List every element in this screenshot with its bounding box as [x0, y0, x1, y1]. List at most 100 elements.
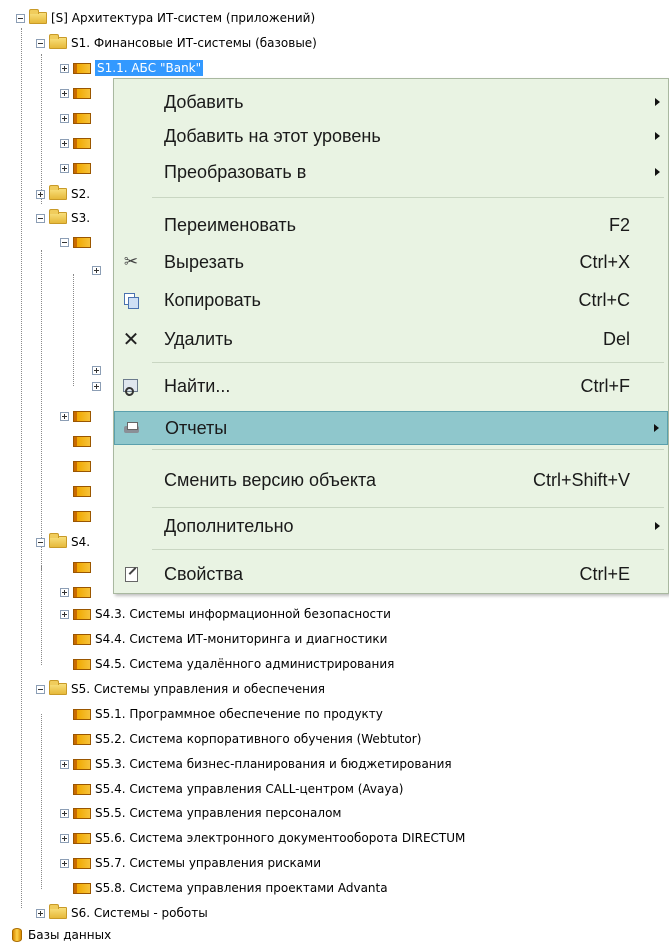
tree-node-s5-7[interactable]: S5.7. Системы управления рисками [60, 855, 321, 871]
tree-node-s5-1[interactable]: S5.1. Программное обеспечение по продукт… [73, 706, 383, 722]
menu-item-add-this-level[interactable]: Добавить на этот уровень [114, 119, 668, 153]
tree-node-s4-3[interactable]: S4.3. Системы информационной безопасност… [60, 606, 391, 622]
tree-node-label: S5.6. Система электронного документообор… [95, 831, 466, 845]
tree-node-s1-1[interactable]: S1.1. АБС "Bank" [60, 60, 204, 76]
tree-node[interactable] [73, 559, 95, 575]
expand-toggle[interactable] [92, 381, 101, 391]
menu-item-shortcut: F2 [608, 214, 630, 235]
collapse-toggle[interactable] [36, 38, 45, 48]
tree-node[interactable] [73, 433, 95, 449]
system-icon [73, 137, 91, 149]
tree-node-label: S4.5. Система удалённого администрирован… [95, 657, 395, 671]
submenu-arrow-icon [655, 522, 660, 530]
tree-node-s5-4[interactable]: S5.4. Система управления CALL-центром (A… [73, 781, 404, 797]
tree-node-s5-6[interactable]: S5.6. Система электронного документообор… [60, 830, 465, 846]
menu-item-find[interactable]: Найти... Ctrl+F [114, 369, 668, 403]
tree-node-s5-2[interactable]: S5.2. Система корпоративного обучения (W… [73, 731, 421, 747]
expand-toggle[interactable] [60, 609, 69, 619]
expand-toggle[interactable] [36, 189, 45, 199]
tree-node-s5-5[interactable]: S5.5. Система управления персоналом [60, 805, 341, 821]
expand-toggle[interactable] [60, 63, 69, 73]
system-icon [73, 435, 91, 447]
expand-toggle[interactable] [60, 138, 69, 148]
tree-node[interactable] [60, 584, 95, 600]
tree-node-label: [S] Архитектура ИТ-систем (приложений) [51, 11, 316, 25]
tree-node[interactable] [60, 85, 95, 101]
tree-node-label: S4.3. Системы информационной безопасност… [95, 607, 391, 621]
tree-line [41, 714, 42, 889]
expand-toggle[interactable] [60, 759, 69, 769]
menu-item-cut[interactable]: ✂ Вырезать Ctrl+X [114, 245, 668, 279]
menu-item-add[interactable]: Добавить [114, 85, 668, 119]
tree-node[interactable] [92, 262, 105, 278]
menu-item-change-version[interactable]: Сменить версию объекта Ctrl+Shift+V [114, 463, 668, 497]
submenu-arrow-icon [654, 424, 659, 432]
tree-node-databases[interactable]: Базы данных [12, 927, 111, 943]
menu-item-additional[interactable]: Дополнительно [114, 509, 668, 543]
menu-item-label: Добавить [164, 91, 244, 112]
collapse-toggle[interactable] [36, 684, 45, 694]
expand-toggle[interactable] [92, 265, 101, 275]
tree-node-label: S5.7. Системы управления рисками [95, 856, 322, 870]
expand-toggle[interactable] [60, 88, 69, 98]
collapse-toggle[interactable] [60, 237, 69, 247]
tree-node[interactable] [73, 458, 95, 474]
tree-node[interactable] [60, 135, 95, 151]
tree-node[interactable] [92, 362, 105, 378]
collapse-toggle[interactable] [36, 537, 45, 547]
tree-node-s4[interactable]: S4. [36, 533, 90, 550]
tree-node[interactable] [60, 110, 95, 126]
menu-item-convert[interactable]: Преобразовать в [114, 155, 668, 189]
tree-node-label: S5.3. Система бизнес-планирования и бюдж… [95, 757, 452, 771]
tree-node-s1[interactable]: S1. Финансовые ИТ-системы (базовые) [36, 34, 317, 51]
expand-toggle[interactable] [92, 365, 101, 375]
tree-node-s6[interactable]: S6. Системы - роботы [36, 904, 208, 921]
tree-node[interactable] [60, 408, 95, 424]
folder-icon [49, 185, 67, 200]
menu-separator [152, 197, 664, 198]
tree-node-label: S1. Финансовые ИТ-системы (базовые) [71, 36, 317, 50]
menu-item-delete[interactable]: ✕ Удалить Del [114, 322, 668, 356]
menu-item-rename[interactable]: Переименовать F2 [114, 208, 668, 242]
menu-item-label: Добавить на этот уровень [164, 125, 381, 146]
expand-toggle[interactable] [60, 858, 69, 868]
tree-node-s4-5[interactable]: S4.5. Система удалённого администрирован… [73, 656, 394, 672]
tree-node-s5-3[interactable]: S5.3. Система бизнес-планирования и бюдж… [60, 756, 452, 772]
system-icon [73, 633, 91, 645]
tree-node-label: S3. [71, 211, 91, 225]
folder-icon [49, 209, 67, 224]
tree-node[interactable] [60, 160, 95, 176]
collapse-toggle[interactable] [36, 213, 45, 223]
tree-line [41, 54, 42, 204]
expand-toggle[interactable] [60, 411, 69, 421]
menu-separator [152, 362, 664, 363]
expand-toggle[interactable] [60, 163, 69, 173]
tree-node[interactable] [73, 508, 95, 524]
tree-node-label: S2. [71, 187, 91, 201]
expand-toggle[interactable] [60, 587, 69, 597]
tree-node[interactable] [92, 378, 105, 394]
system-icon [73, 460, 91, 472]
tree-node-root[interactable]: [S] Архитектура ИТ-систем (приложений) [16, 9, 316, 26]
menu-item-reports[interactable]: Отчеты [114, 411, 668, 445]
tree-node-s5-8[interactable]: S5.8. Система управления проектами Advan… [73, 880, 388, 896]
expand-toggle[interactable] [36, 908, 45, 918]
expand-toggle[interactable] [60, 808, 69, 818]
tree-node-label-selected: S1.1. АБС "Bank" [95, 60, 204, 76]
context-menu: Добавить Добавить на этот уровень Преобр… [113, 78, 669, 594]
tree-line [21, 28, 22, 908]
menu-item-copy[interactable]: Копировать Ctrl+C [114, 283, 668, 317]
tree-node[interactable] [60, 234, 95, 250]
tree-line [41, 565, 42, 665]
system-icon [73, 162, 91, 174]
tree-node-s4-4[interactable]: S4.4. Система ИТ-мониторинга и диагности… [73, 631, 387, 647]
system-icon [73, 62, 91, 74]
expand-toggle[interactable] [60, 113, 69, 123]
tree-node-s3[interactable]: S3. [36, 209, 91, 226]
tree-node-s5[interactable]: S5. Системы управления и обеспечения [36, 680, 325, 697]
tree-node[interactable] [73, 483, 95, 499]
tree-node-s2[interactable]: S2. [36, 185, 91, 202]
collapse-toggle[interactable] [16, 13, 25, 23]
expand-toggle[interactable] [60, 833, 69, 843]
menu-item-properties[interactable]: Свойства Ctrl+E [114, 557, 668, 591]
